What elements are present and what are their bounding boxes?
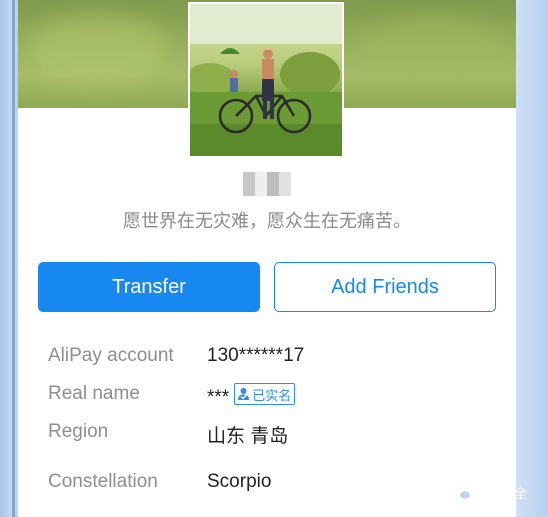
mosaic-block [267, 172, 279, 196]
real-name-value-wrap: *** 已实名 [207, 383, 296, 409]
window-frame-right [516, 0, 548, 517]
watermark: ZAC安全 [452, 483, 527, 502]
masked-name [243, 172, 291, 196]
add-friends-button[interactable]: Add Friends [274, 262, 496, 312]
transfer-button[interactable]: Transfer [38, 262, 260, 312]
region-label: Region [48, 421, 109, 442]
profile-photo[interactable] [188, 2, 344, 158]
window-frame-left [0, 0, 12, 517]
mosaic-block [255, 172, 267, 196]
real-name-value: *** [207, 387, 230, 408]
constellation-value: Scorpio [207, 471, 272, 492]
verified-person-icon [238, 388, 250, 400]
profile-motto: 愿世界在无灾难，愿众生在无痛苦。 [123, 211, 411, 231]
verified-badge: 已实名 [234, 383, 296, 405]
avatar-image [190, 4, 342, 156]
constellation-label: Constellation [48, 471, 158, 492]
mosaic-block [243, 172, 255, 196]
mosaic-block [279, 172, 291, 196]
alipay-account-value: 130******17 [207, 345, 305, 366]
region-value: 山东 青岛 [207, 426, 289, 447]
watermark-text: ZAC安全 [475, 486, 528, 501]
profile-card: 愿世界在无灾难，愿众生在无痛苦。 Transfer Add Friends Al… [18, 0, 516, 517]
wechat-icon [452, 485, 472, 500]
verified-badge-text: 已实名 [252, 387, 292, 403]
window-frame-edge [12, 0, 15, 517]
alipay-account-label: AliPay account [48, 345, 174, 366]
real-name-label: Real name [48, 383, 140, 404]
